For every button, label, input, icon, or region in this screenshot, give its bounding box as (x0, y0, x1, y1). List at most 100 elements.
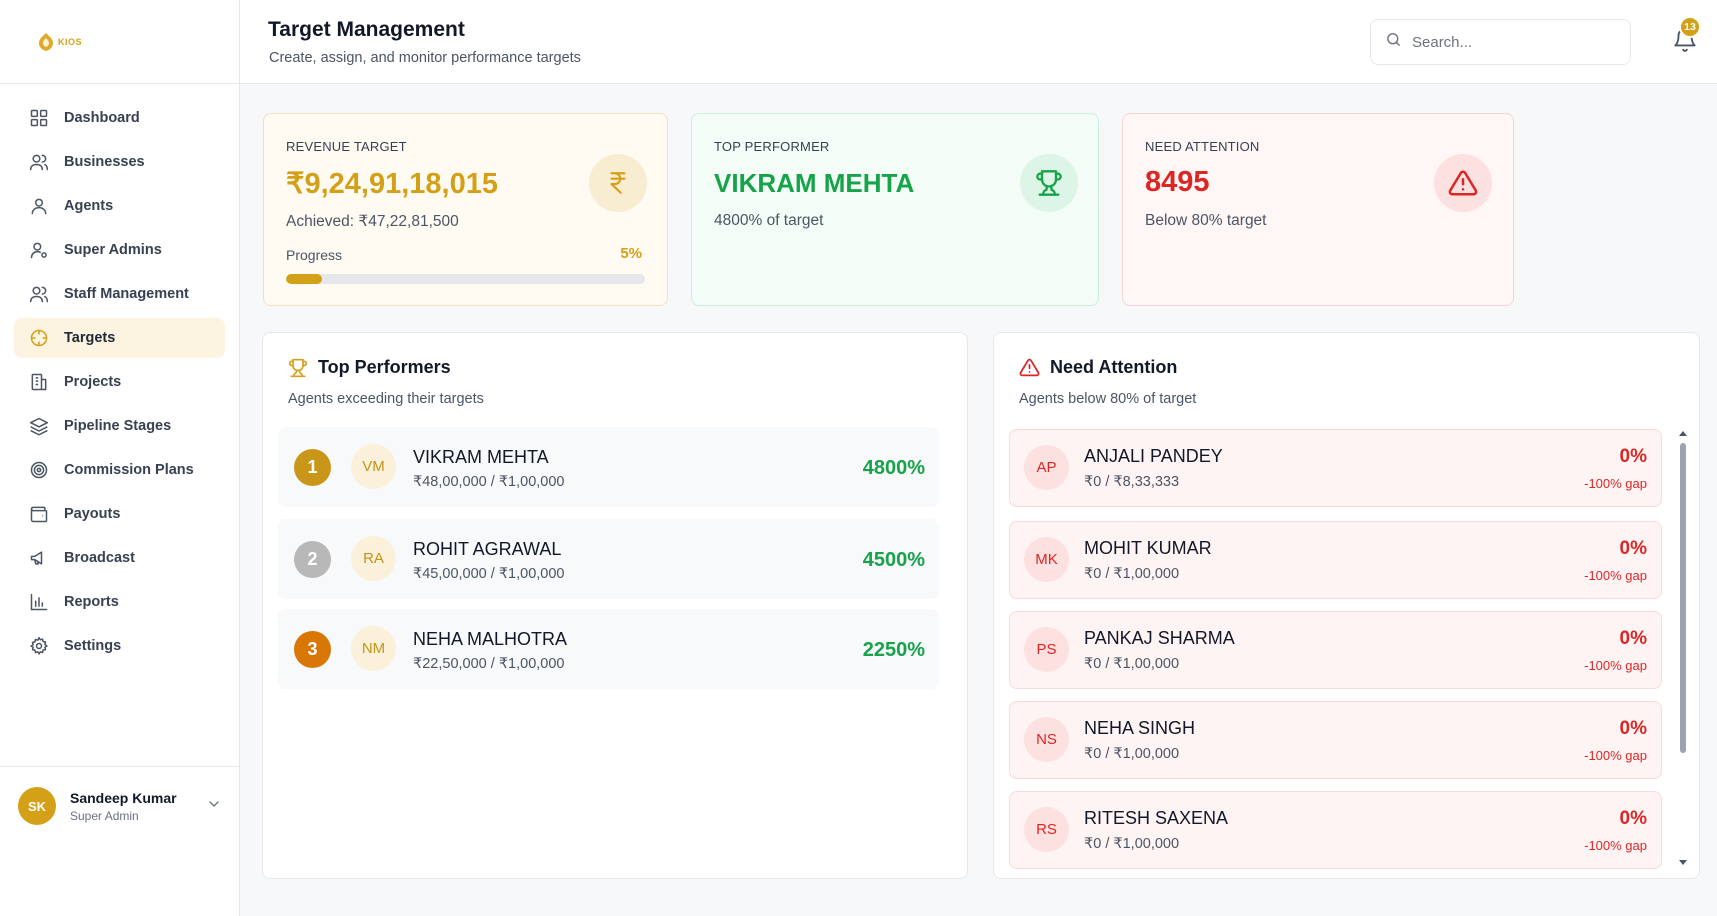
scroll-up-arrow[interactable] (1679, 431, 1687, 436)
sidebar-item-commission-plans[interactable]: Commission Plans (14, 450, 225, 490)
sidebar-item-label: Projects (64, 374, 122, 390)
revenue-target-card: REVENUE TARGET ₹9,24,91,18,015 Achieved:… (263, 113, 668, 306)
achievement-percent: 4500% (862, 549, 925, 571)
stat-sub: Below 80% target (1145, 212, 1267, 229)
users-icon (28, 283, 50, 305)
attention-row[interactable]: NS NEHA SINGH ₹0 / ₹1,00,000 0% -100% ga… (1009, 701, 1662, 779)
agent-name: VIKRAM MEHTA (413, 447, 549, 467)
progress-fill (286, 274, 322, 284)
agent-name: ROHIT AGRAWAL (413, 539, 562, 559)
sidebar: KIOS Dashboard Businesses Agents Super A… (0, 0, 240, 916)
avatar: VM (351, 444, 396, 489)
achievement-percent: 0% (1619, 808, 1647, 829)
gap-text: -100% gap (1584, 568, 1647, 583)
logo[interactable]: KIOS (0, 0, 239, 84)
scrollbar[interactable] (1678, 429, 1688, 867)
rupee-icon (589, 154, 647, 212)
gap-text: -100% gap (1584, 476, 1647, 491)
panel-title-text: Top Performers (318, 357, 451, 377)
agent-amount: ₹0 / ₹1,00,000 (1084, 746, 1180, 762)
stat-value: ₹9,24,91,18,015 (286, 168, 498, 200)
sidebar-item-agents[interactable]: Agents (14, 186, 225, 226)
sidebar-item-payouts[interactable]: Payouts (14, 494, 225, 534)
user-icon (28, 195, 50, 217)
target-icon (28, 327, 50, 349)
page-title: Target Management (268, 18, 465, 41)
achievement-percent: 4800% (862, 457, 925, 479)
logo-text: KIOS (58, 36, 83, 47)
building-icon (28, 371, 50, 393)
progress-bar (286, 274, 645, 284)
user-cog-icon (28, 239, 50, 261)
agent-name: PANKAJ SHARMA (1084, 628, 1235, 648)
warning-icon (1019, 357, 1040, 378)
layers-icon (28, 415, 50, 437)
agent-amount: ₹0 / ₹8,33,333 (1084, 474, 1180, 490)
achievement-percent: 0% (1619, 718, 1647, 739)
notification-badge: 13 (1679, 16, 1701, 38)
page-subtitle: Create, assign, and monitor performance … (269, 50, 581, 66)
rank-badge: 2 (294, 541, 331, 578)
header: Target Management Create, assign, and mo… (240, 0, 1717, 84)
sidebar-item-label: Businesses (64, 154, 145, 170)
sidebar-item-settings[interactable]: Settings (14, 626, 225, 666)
need-attention-card: NEED ATTENTION 8495 Below 80% target (1122, 113, 1514, 306)
performer-row[interactable]: 3 NM NEHA MALHOTRA ₹22,50,000 / ₹1,00,00… (278, 609, 939, 689)
progress-label: Progress (286, 247, 343, 263)
rank-badge: 1 (294, 449, 331, 486)
avatar: MK (1024, 537, 1069, 582)
search-icon (1385, 31, 1402, 53)
agent-amount: ₹0 / ₹1,00,000 (1084, 836, 1180, 852)
need-attention-panel: Need Attention Agents below 80% of targe… (993, 332, 1700, 879)
sidebar-item-label: Dashboard (64, 110, 140, 126)
sidebar-item-projects[interactable]: Projects (14, 362, 225, 402)
sidebar-item-label: Broadcast (64, 550, 135, 566)
sidebar-item-businesses[interactable]: Businesses (14, 142, 225, 182)
trophy-icon (288, 358, 308, 378)
sidebar-item-label: Settings (64, 638, 122, 654)
panel-title-text: Need Attention (1050, 357, 1178, 377)
attention-row[interactable]: PS PANKAJ SHARMA ₹0 / ₹1,00,000 0% -100%… (1009, 611, 1662, 689)
agent-amount: ₹0 / ₹1,00,000 (1084, 566, 1180, 582)
user-menu[interactable]: SK Sandeep Kumar Super Admin (18, 787, 222, 825)
user-name: Sandeep Kumar (70, 789, 177, 806)
achievement-percent: 0% (1619, 446, 1647, 467)
sidebar-item-reports[interactable]: Reports (14, 582, 225, 622)
attention-row[interactable]: AP ANJALI PANDEY ₹0 / ₹8,33,333 0% -100%… (1009, 429, 1662, 507)
agent-amount: ₹22,50,000 / ₹1,00,000 (413, 656, 565, 672)
sidebar-item-dashboard[interactable]: Dashboard (14, 98, 225, 138)
avatar: RS (1024, 807, 1069, 852)
stat-sub: 4800% of target (714, 212, 824, 229)
agent-name: NEHA SINGH (1084, 718, 1196, 738)
search-box[interactable] (1370, 19, 1631, 65)
logo-icon (39, 32, 53, 51)
sidebar-item-broadcast[interactable]: Broadcast (14, 538, 225, 578)
warning-icon (1434, 154, 1492, 212)
stat-label: NEED ATTENTION (1145, 139, 1260, 154)
achieved-text: Achieved: ₹47,22,81,500 (286, 213, 459, 230)
sidebar-item-super-admins[interactable]: Super Admins (14, 230, 225, 270)
sidebar-item-pipeline-stages[interactable]: Pipeline Stages (14, 406, 225, 446)
grid-icon (28, 107, 50, 129)
panel-subtitle: Agents exceeding their targets (288, 391, 484, 407)
agent-amount: ₹45,00,000 / ₹1,00,000 (413, 566, 565, 582)
gear-icon (28, 635, 50, 657)
chevron-down-icon[interactable] (206, 796, 222, 817)
performer-row[interactable]: 1 VM VIKRAM MEHTA ₹48,00,000 / ₹1,00,000… (278, 427, 939, 507)
megaphone-icon (28, 547, 50, 569)
sidebar-item-targets[interactable]: Targets (14, 318, 225, 358)
sidebar-item-label: Pipeline Stages (64, 418, 172, 434)
sidebar-item-label: Super Admins (64, 242, 162, 258)
attention-row[interactable]: MK MOHIT KUMAR ₹0 / ₹1,00,000 0% -100% g… (1009, 521, 1662, 599)
scroll-thumb[interactable] (1680, 443, 1686, 753)
agent-amount: ₹0 / ₹1,00,000 (1084, 656, 1180, 672)
scroll-down-arrow[interactable] (1679, 860, 1687, 865)
panel-subtitle: Agents below 80% of target (1019, 391, 1197, 407)
agent-name: MOHIT KUMAR (1084, 538, 1212, 558)
sidebar-item-label: Staff Management (64, 286, 189, 302)
attention-row[interactable]: RS RITESH SAXENA ₹0 / ₹1,00,000 0% -100%… (1009, 791, 1662, 869)
performer-row[interactable]: 2 RA ROHIT AGRAWAL ₹45,00,000 / ₹1,00,00… (278, 519, 939, 599)
avatar: AP (1024, 445, 1069, 490)
sidebar-item-staff-management[interactable]: Staff Management (14, 274, 225, 314)
search-input[interactable] (1412, 33, 1612, 51)
